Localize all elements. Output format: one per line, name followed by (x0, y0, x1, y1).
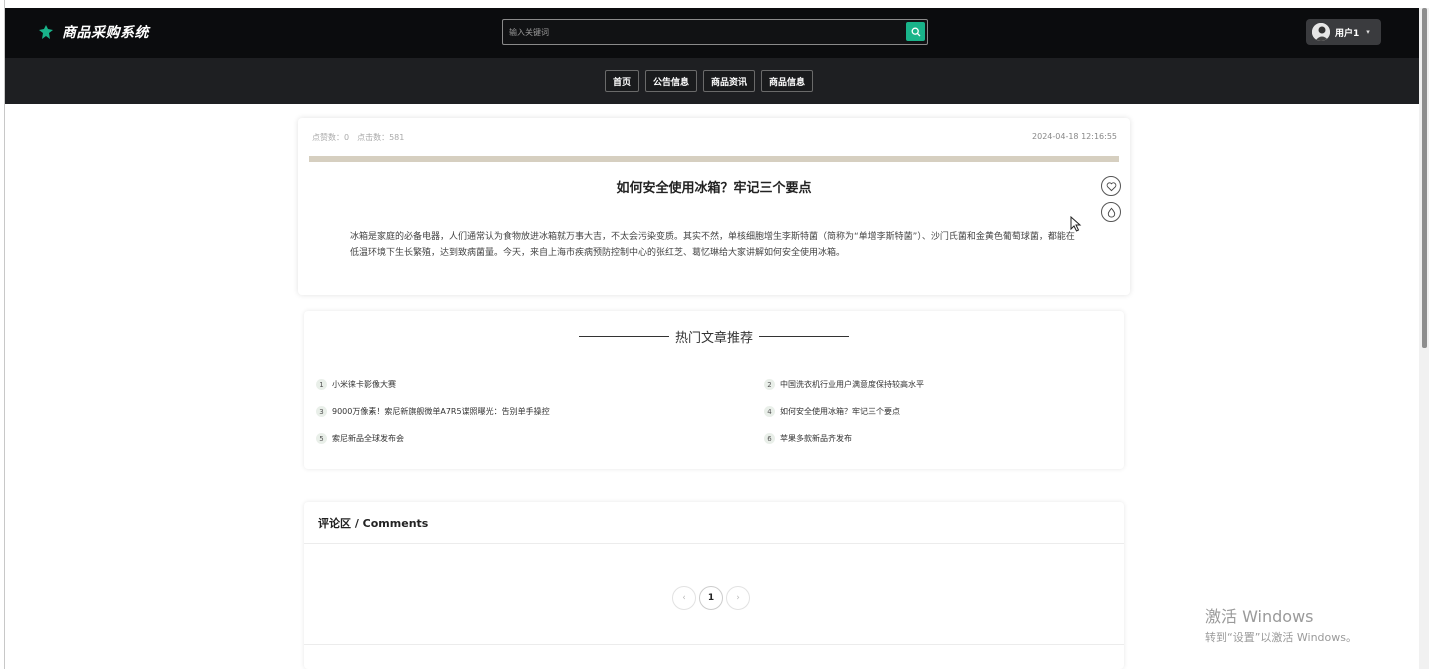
article-divider-bar (309, 156, 1119, 162)
hot-articles-heading: 热门文章推荐 (304, 327, 1124, 346)
comments-card: 评论区 / Comments ‹ 1 › (304, 502, 1124, 669)
page-number-button[interactable]: 1 (699, 586, 723, 610)
article-body: 冰箱是家庭的必备电器，人们通常认为食物放进冰箱就万事大吉，不太会污染变质。其实不… (350, 232, 1075, 258)
hot-articles-card: 热门文章推荐 1 小米徕卡影像大赛 2 中国洗衣机行业用户满意度保持较高水平 3… (304, 311, 1124, 469)
next-page-button[interactable]: › (726, 586, 750, 610)
like-icon (1107, 207, 1115, 217)
watermark-line1: 激活 Windows (1205, 607, 1314, 626)
article-datetime: 2024-04-18 12:16:55 (1032, 132, 1117, 141)
app-logo[interactable]: 商品采购系统 (38, 22, 149, 42)
hot-articles-title: 热门文章推荐 (674, 331, 753, 346)
hot-article-rank: 5 (316, 433, 327, 444)
nav-announcements[interactable]: 公告信息 (645, 70, 698, 92)
hot-article-rank: 2 (764, 379, 775, 390)
nav-home[interactable]: 首页 (605, 70, 640, 92)
heart-icon (1106, 181, 1116, 191)
like-button[interactable] (1101, 202, 1121, 222)
hot-article-item[interactable]: 5 索尼新品全球发布会 (316, 433, 404, 444)
hot-article-title: 如何安全使用冰箱？牢记三个要点 (780, 407, 900, 416)
top-header: 商品采购系统 用户1 ▾ (5, 8, 1424, 58)
user-menu[interactable]: 用户1 ▾ (1306, 19, 1381, 45)
chevron-down-icon: ▾ (1366, 28, 1370, 36)
likes-count: 点赞数：0 (312, 133, 350, 142)
hot-article-item[interactable]: 3 9000万像素！索尼新旗舰微单A7R5谍照曝光：告别单手操控 (316, 406, 550, 417)
heading-line-left (578, 336, 669, 337)
mouse-cursor-icon (1070, 215, 1082, 236)
article-title: 如何安全使用冰箱？牢记三个要点 (616, 181, 812, 196)
hot-article-rank: 4 (764, 406, 775, 417)
main-nav: 首页 公告信息 商品资讯 商品信息 (5, 58, 1424, 104)
user-name: 用户1 (1335, 28, 1360, 39)
hot-article-rank: 6 (764, 433, 775, 444)
hot-article-title: 索尼新品全球发布会 (332, 434, 404, 443)
hot-article-item[interactable]: 1 小米徕卡影像大赛 (316, 379, 396, 390)
search-icon (911, 27, 920, 36)
hot-article-item[interactable]: 2 中国洗衣机行业用户满意度保持较高水平 (764, 379, 924, 390)
comments-title: 评论区 / Comments (318, 517, 429, 530)
pagination: ‹ 1 › (672, 586, 750, 610)
watermark-line2: 转到“设置”以激活 Windows。 (1205, 631, 1357, 644)
hot-article-rank: 3 (316, 406, 327, 417)
prev-page-button[interactable]: ‹ (672, 586, 696, 610)
nav-product-info[interactable]: 商品信息 (761, 70, 814, 92)
app-title: 商品采购系统 (62, 25, 149, 41)
heading-line-right (759, 336, 849, 337)
article-stats: 点赞数：0 点击数：581 (312, 132, 404, 143)
divider (304, 644, 1124, 645)
hot-article-item[interactable]: 4 如何安全使用冰箱？牢记三个要点 (764, 406, 900, 417)
article-card: 点赞数：0 点击数：581 2024-04-18 12:16:55 如何安全使用… (298, 118, 1130, 295)
hot-article-rank: 1 (316, 379, 327, 390)
hot-article-title: 中国洗衣机行业用户满意度保持较高水平 (780, 380, 924, 389)
windows-activation-watermark: 激活 Windows 转到“设置”以激活 Windows。 (1205, 603, 1357, 645)
search-button[interactable] (906, 22, 925, 41)
divider (304, 543, 1124, 544)
clicks-count: 点击数：581 (357, 133, 405, 142)
top-strip (5, 0, 1424, 8)
favorite-button[interactable] (1101, 176, 1121, 196)
hot-article-title: 小米徕卡影像大赛 (332, 380, 396, 389)
search-box (502, 19, 928, 45)
hot-article-title: 9000万像素！索尼新旗舰微单A7R5谍照曝光：告别单手操控 (332, 407, 550, 416)
scrollbar-thumb[interactable] (1422, 8, 1427, 348)
hot-article-item[interactable]: 6 苹果多款新品齐发布 (764, 433, 852, 444)
leaf-logo-icon (38, 24, 54, 40)
avatar (1312, 23, 1330, 41)
search-input[interactable] (503, 20, 899, 45)
nav-product-news[interactable]: 商品资讯 (703, 70, 756, 92)
hot-article-title: 苹果多款新品齐发布 (780, 434, 852, 443)
